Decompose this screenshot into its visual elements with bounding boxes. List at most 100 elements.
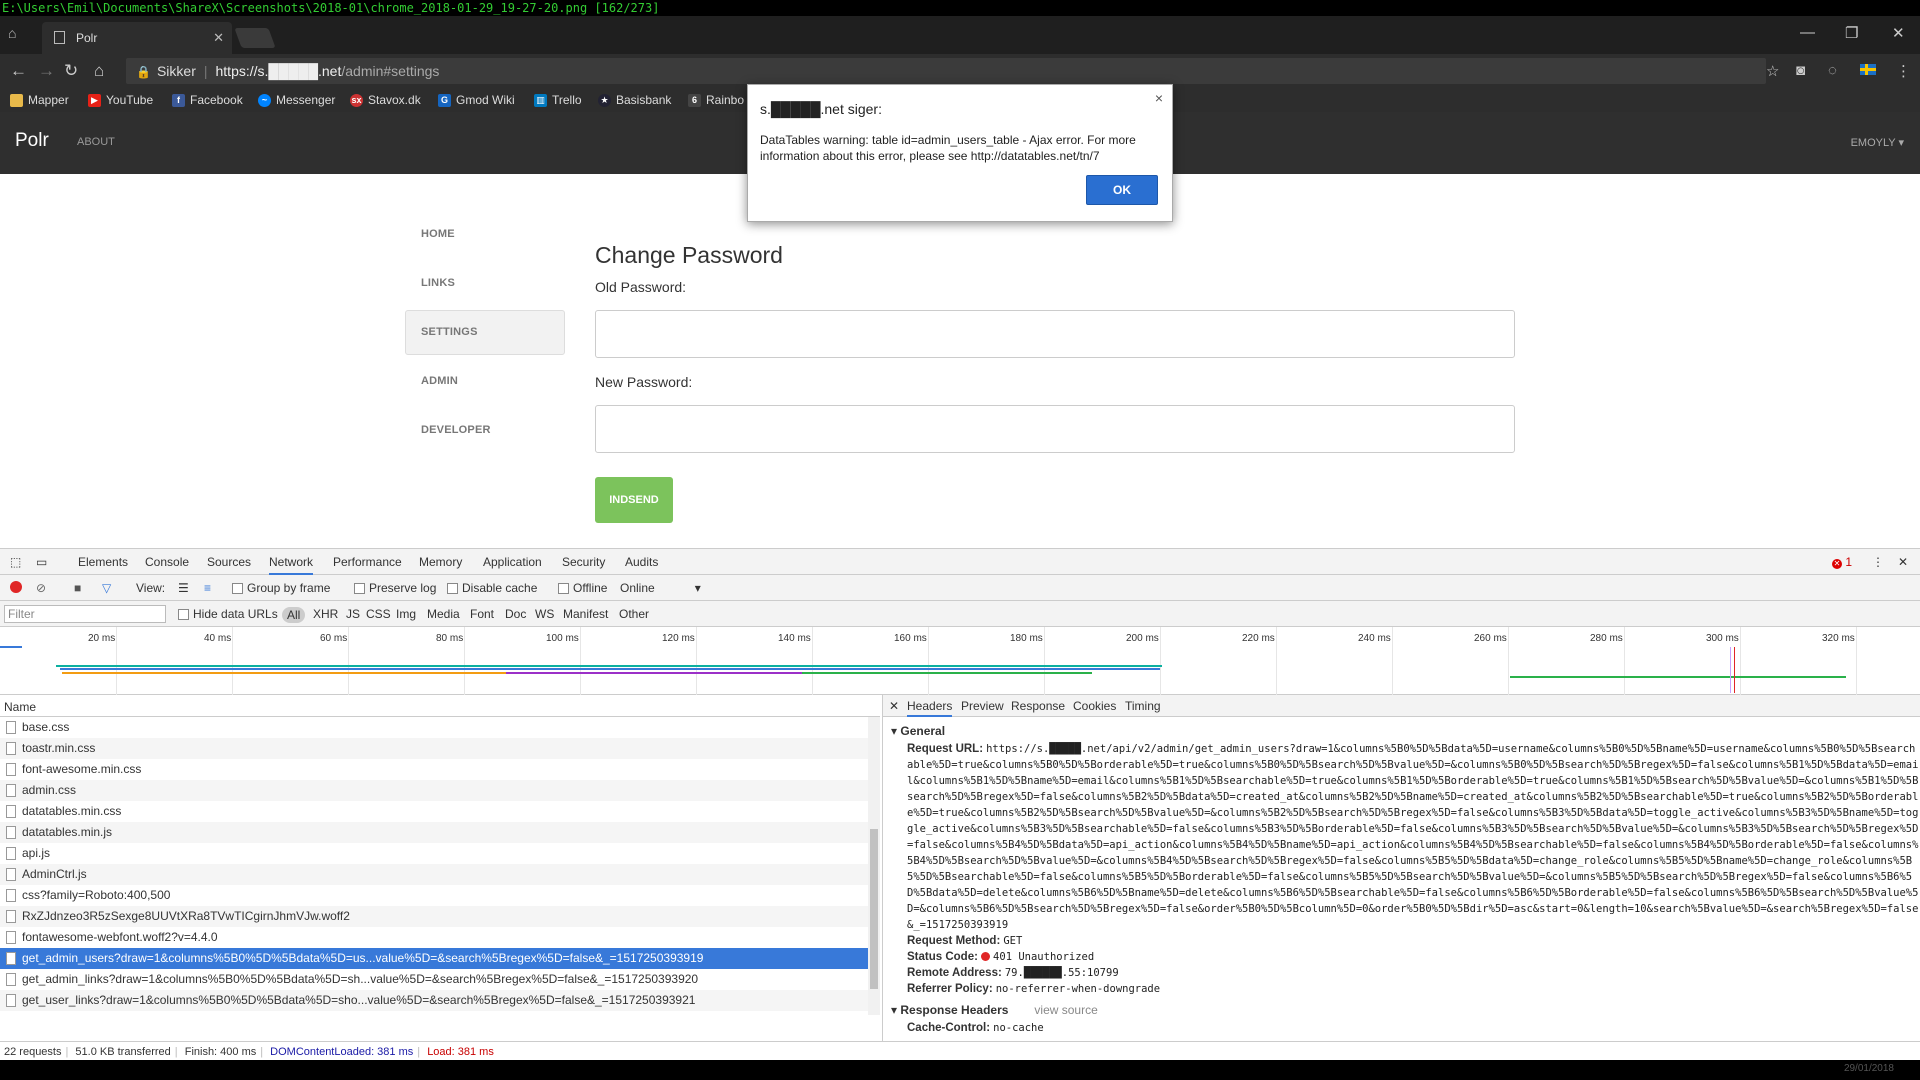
sidebar-item-admin[interactable]: ADMIN [405, 359, 565, 404]
request-row[interactable]: datatables.min.css [0, 801, 868, 822]
type-filter-font[interactable]: Font [470, 607, 494, 621]
submit-button[interactable]: INDSEND [595, 477, 673, 523]
bookmark-messenger[interactable]: ~ Messenger [258, 93, 335, 107]
request-list-scrollbar[interactable] [868, 717, 880, 1015]
request-row[interactable]: AdminCtrl.js [0, 864, 868, 885]
request-row-selected[interactable]: get_admin_users?draw=1&columns%5B0%5D%5B… [0, 948, 868, 969]
tab-preview[interactable]: Preview [961, 699, 1004, 713]
type-filter-js[interactable]: JS [346, 607, 360, 621]
restore-icon[interactable]: ❐ [1845, 24, 1858, 42]
error-counter[interactable]: ✕ 1 [1832, 555, 1852, 569]
type-filter-xhr[interactable]: XHR [313, 607, 338, 621]
tab-security[interactable]: Security [562, 555, 605, 569]
tab-application[interactable]: Application [483, 555, 542, 569]
preserve-log-checkbox[interactable]: Preserve log [354, 581, 436, 595]
request-row[interactable]: font-awesome.min.css [0, 759, 868, 780]
throttle-select[interactable]: Online ▾ [620, 581, 701, 595]
tab-performance[interactable]: Performance [333, 555, 402, 569]
detail-close-icon[interactable]: ✕ [889, 699, 899, 713]
tab-close-icon[interactable]: ✕ [213, 30, 224, 46]
sidebar-item-developer[interactable]: DEVELOPER [405, 408, 565, 453]
swedish-flag-icon[interactable] [1860, 64, 1876, 75]
request-row[interactable]: api.js [0, 843, 868, 864]
new-password-input[interactable] [595, 405, 1515, 453]
tab-cookies[interactable]: Cookies [1073, 699, 1116, 713]
bookmark-gmod-wiki[interactable]: G Gmod Wiki [438, 93, 515, 107]
capture-screenshots-icon[interactable]: ■ [74, 581, 81, 595]
request-row[interactable]: css?family=Roboto:400,500 [0, 885, 868, 906]
sidebar-item-settings[interactable]: SETTINGS [405, 310, 565, 355]
tab-headers[interactable]: Headers [907, 699, 953, 717]
minimize-icon[interactable]: — [1800, 24, 1815, 41]
user-menu[interactable]: EMOYLY ▾ [1851, 136, 1904, 149]
scrollbar-thumb[interactable] [870, 829, 878, 989]
extension-icon[interactable]: ◌ [1828, 62, 1837, 79]
hide-data-urls-checkbox[interactable]: Hide data URLs [178, 607, 278, 621]
window-close-icon[interactable]: ✕ [1892, 24, 1905, 42]
request-row[interactable]: admin.css [0, 780, 868, 801]
bookmark-mapper[interactable]: Mapper [10, 93, 69, 107]
clear-icon[interactable]: ⊘ [36, 581, 46, 595]
tab-memory[interactable]: Memory [419, 555, 462, 569]
type-filter-other[interactable]: Other [619, 607, 649, 621]
tab-elements[interactable]: Elements [78, 555, 128, 569]
type-filter-css[interactable]: CSS [366, 607, 391, 621]
forward-icon[interactable]: → [38, 61, 55, 81]
devtools-menu-icon[interactable]: ⋮ [1872, 555, 1884, 569]
devtools-close-icon[interactable]: ✕ [1898, 555, 1908, 569]
network-overview[interactable]: 20 ms 40 ms 60 ms 80 ms 100 ms 120 ms 14… [0, 627, 1920, 695]
request-row[interactable]: datatables.min.js [0, 822, 868, 843]
inspect-element-icon[interactable]: ⬚ [10, 555, 21, 569]
tab-timing[interactable]: Timing [1125, 699, 1161, 713]
home-icon[interactable]: ⌂ [94, 61, 104, 81]
device-toolbar-icon[interactable]: ▭ [36, 555, 47, 569]
request-row[interactable]: get_user_links?draw=1&columns%5B0%5D%5Bd… [0, 990, 868, 1011]
request-row[interactable]: RxZJdnzeo3R5zSexge8UUVtXRa8TVwTICgirnJhm… [0, 906, 868, 927]
type-filter-all[interactable]: All [282, 607, 306, 623]
nav-about-link[interactable]: ABOUT [77, 136, 115, 148]
type-filter-doc[interactable]: Doc [505, 607, 526, 621]
request-row[interactable]: fontawesome-webfont.woff2?v=4.4.0 [0, 927, 868, 948]
large-rows-icon[interactable]: ☰ [178, 581, 189, 595]
bookmark-trello[interactable]: ▥ Trello [534, 93, 582, 107]
address-bar[interactable]: 🔒 Sikker | https://s.█████.net/admin#settin… [126, 58, 1766, 84]
polr-brand[interactable]: Polr [15, 130, 49, 152]
filter-input[interactable]: Filter [4, 605, 166, 623]
back-icon[interactable]: ← [10, 61, 27, 81]
bookmark-stavox[interactable]: sx Stavox.dk [350, 93, 421, 107]
dialog-ok-button[interactable]: OK [1086, 175, 1158, 205]
tab-network[interactable]: Network [269, 555, 314, 575]
new-tab-button[interactable] [234, 28, 276, 48]
request-row[interactable]: base.css [0, 717, 868, 738]
camera-extension-icon[interactable]: ◙ [1796, 62, 1805, 79]
view-source-link[interactable]: view source [1034, 1003, 1097, 1017]
disable-cache-checkbox[interactable]: Disable cache [447, 581, 537, 595]
bookmark-star-icon[interactable]: ☆ [1766, 62, 1779, 80]
tab-audits[interactable]: Audits [625, 555, 658, 569]
type-filter-img[interactable]: Img [396, 607, 416, 621]
general-section-title[interactable]: ▾ General [891, 724, 1920, 738]
dialog-close-icon[interactable]: × [1155, 90, 1163, 106]
tab-response[interactable]: Response [1011, 699, 1065, 713]
chrome-menu-icon[interactable]: ⋮ [1896, 62, 1911, 80]
type-filter-ws[interactable]: WS [535, 607, 554, 621]
tab-sources[interactable]: Sources [207, 555, 251, 569]
tab-console[interactable]: Console [145, 555, 189, 569]
browser-tab-polr[interactable]: Polr ✕ [42, 22, 232, 54]
group-by-frame-checkbox[interactable]: Group by frame [232, 581, 330, 595]
request-row[interactable]: get_admin_links?draw=1&columns%5B0%5D%5B… [0, 969, 868, 990]
offline-checkbox[interactable]: Offline [558, 581, 607, 595]
bookmark-rainbow[interactable]: 6 Rainbo [688, 93, 744, 107]
request-list-header[interactable]: Name [0, 695, 880, 717]
record-button[interactable] [10, 581, 22, 593]
bookmark-facebook[interactable]: f Facebook [172, 93, 243, 107]
type-filter-manifest[interactable]: Manifest [563, 607, 608, 621]
bookmark-youtube[interactable]: ▶ YouTube [88, 93, 153, 107]
reload-icon[interactable]: ↻ [64, 61, 78, 81]
request-row[interactable]: toastr.min.css [0, 738, 868, 759]
sidebar-item-links[interactable]: LINKS [405, 261, 565, 306]
waterfall-view-icon[interactable]: ≡ [204, 581, 211, 595]
filter-toggle-icon[interactable]: ▽ [102, 581, 111, 595]
incognito-profile-icon[interactable]: ⌂ [8, 25, 16, 41]
sidebar-item-home[interactable]: HOME [405, 212, 565, 257]
